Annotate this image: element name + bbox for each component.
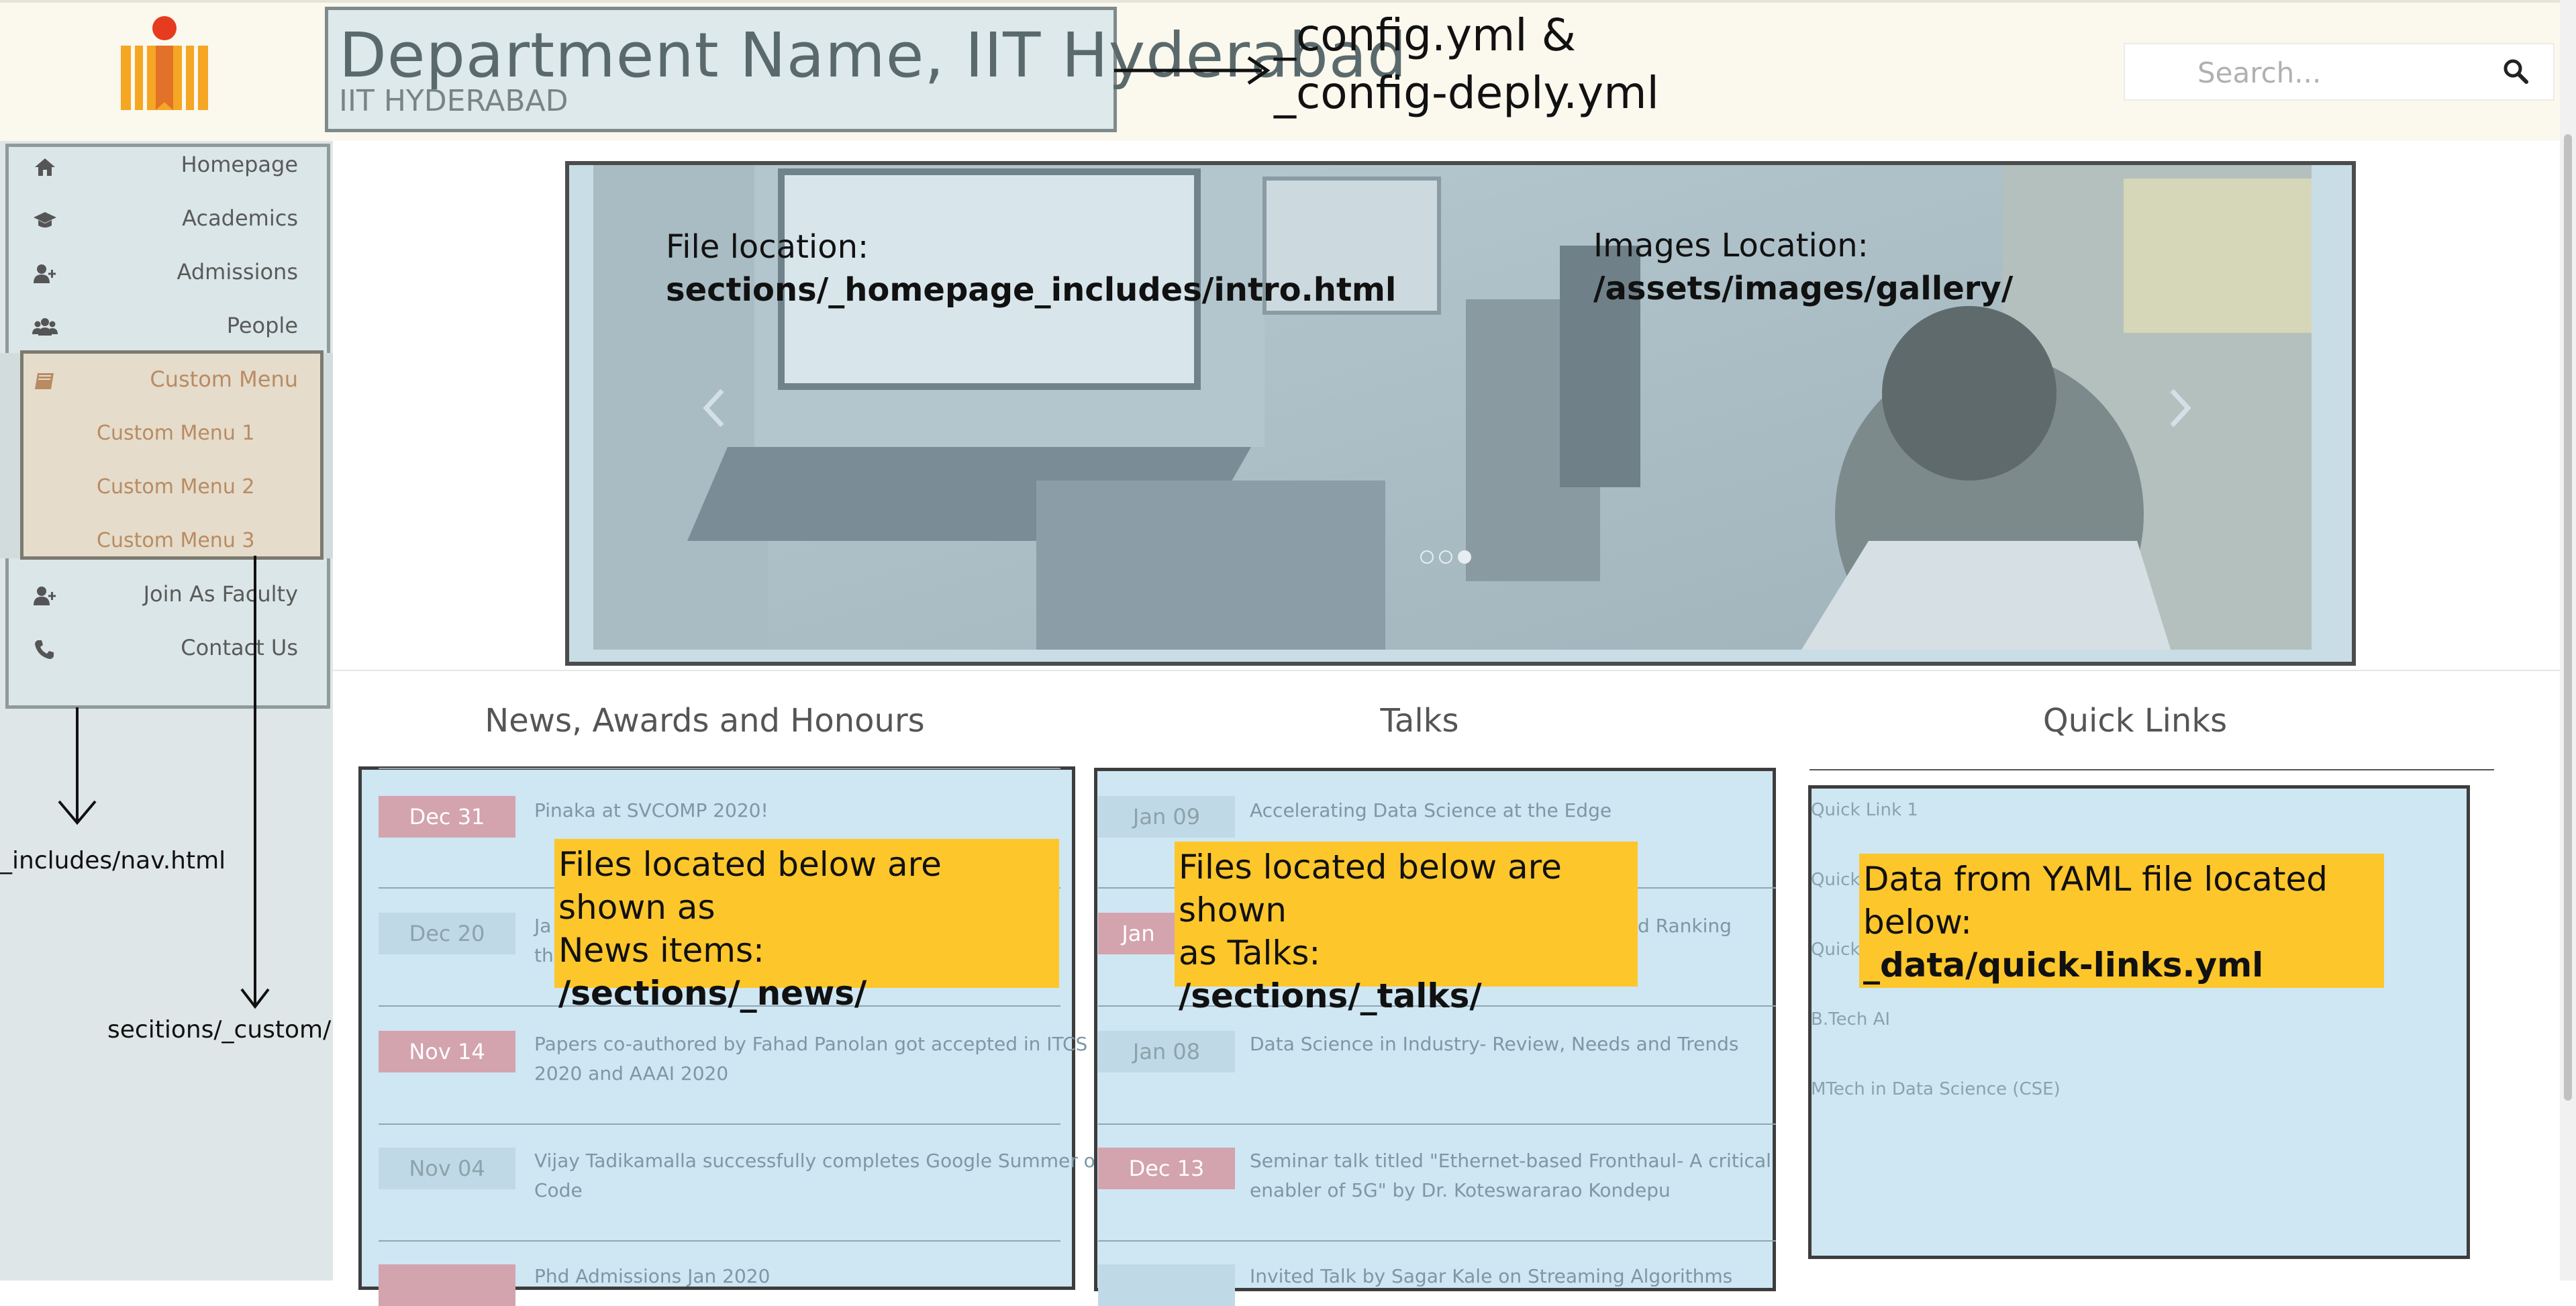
graduation-cap-icon <box>34 212 56 228</box>
news-item-link[interactable]: Pinaka at SVCOMP 2020! <box>534 796 1071 825</box>
news-date-badge: Dec 31 <box>379 796 515 838</box>
talk-item-link[interactable]: Accelerating Data Science at the Edge <box>1250 796 1612 825</box>
talk-separator <box>1098 1123 1776 1125</box>
quick-link[interactable]: MTech in Data Science (CSE) <box>1811 1079 2061 1099</box>
news-date-badge: Nov 04 <box>379 1148 515 1189</box>
news-separator <box>379 1240 1060 1242</box>
nav-label: Custom Menu <box>150 366 298 392</box>
talk-item-link-line2[interactable]: enabler of 5G" by Dr. Koteswararao Konde… <box>1250 1176 1671 1205</box>
site-title-box: Department Name, IIT Hyderabad IIT HYDER… <box>325 7 1407 132</box>
carousel: File location: sections/_homepage_includ… <box>565 161 2356 666</box>
note-line: as Talks: <box>1179 934 1321 972</box>
news-separator <box>379 1123 1060 1125</box>
site-subtitle: IIT HYDERABAD <box>339 84 568 118</box>
talk-item-link[interactable]: d Ranking <box>1638 911 1732 941</box>
note-line: Files located below are shown as <box>558 845 942 927</box>
carousel-dot[interactable] <box>1420 550 1434 564</box>
nav-label: Admissions <box>177 259 298 285</box>
file-location-label: File location: <box>666 228 869 266</box>
news-date-badge <box>379 1264 515 1306</box>
search-placeholder: Search... <box>2197 56 2322 89</box>
nav-file-annotation: _includes/nav.html <box>0 847 226 874</box>
config-arrow <box>1114 56 1271 85</box>
quick-link[interactable]: B.Tech AI <box>1811 1009 1890 1029</box>
quick-link[interactable]: Quick <box>1811 870 1861 890</box>
chevron-right-icon[interactable] <box>2167 387 2193 430</box>
news-item-link[interactable]: Phd Admissions Jan 2020 <box>534 1262 770 1291</box>
book-icon <box>35 373 54 389</box>
news-item-link-line2[interactable]: Code <box>534 1176 583 1205</box>
news-item-link-line2[interactable]: 2020 and AAAI 2020 <box>534 1059 728 1089</box>
nav-item-join-as-faculty[interactable]: Join As Faculty <box>9 569 326 623</box>
talk-item-link[interactable]: Invited Talk by Sagar Kale on Streaming … <box>1250 1262 1732 1291</box>
quicklinks-separator <box>1810 769 2494 770</box>
talk-date-badge: Jan <box>1098 913 1179 954</box>
phone-icon <box>35 640 54 659</box>
nav-label: People <box>226 313 298 338</box>
note-line: Data from YAML file located below: <box>1863 860 2328 942</box>
nav-label: Academics <box>182 205 298 231</box>
news-item-link[interactable]: Vijay Tadikamalla successfully completes… <box>534 1146 1102 1176</box>
search-icon[interactable] <box>2502 58 2529 85</box>
nav-item-contact-us[interactable]: Contact Us <box>9 623 326 676</box>
quicklinks-annotation-note: Data from YAML file located below: _data… <box>1859 854 2384 988</box>
section-divider <box>333 670 2560 671</box>
nav-item-homepage[interactable]: Homepage <box>9 140 326 193</box>
news-separator <box>379 768 1060 769</box>
user-plus-icon <box>34 264 56 283</box>
nav-item-admissions[interactable]: Admissions <box>9 247 326 301</box>
custom-annotation-arrow <box>240 556 270 1009</box>
carousel-dot-active[interactable] <box>1458 550 1471 564</box>
nav-item-people[interactable]: People <box>9 301 326 354</box>
talk-date-badge: Dec 13 <box>1098 1148 1235 1189</box>
talk-item-link[interactable]: Seminar talk titled "Ethernet-based Fron… <box>1250 1146 1771 1176</box>
talks-heading: Talks <box>1380 702 1459 740</box>
config-annotation: _config.yml & _config-deply.yml <box>1274 7 1659 122</box>
custom-folder-annotation: secitions/_custom/ <box>107 1016 332 1044</box>
config-note-line2: _config-deply.yml <box>1274 67 1659 119</box>
talk-separator <box>1098 1240 1776 1242</box>
quick-link[interactable]: Quick Link 1 <box>1811 800 1918 820</box>
news-annotation-note: Files located below are shown as News it… <box>554 839 1059 1013</box>
custom-menu-3[interactable]: Custom Menu 3 <box>97 529 254 552</box>
nav-item-custom-menu[interactable]: Custom Menu <box>9 354 326 408</box>
note-line: News items: <box>558 931 764 970</box>
user-plus-icon <box>34 587 56 605</box>
custom-menu-2[interactable]: Custom Menu 2 <box>97 475 254 499</box>
news-heading: News, Awards and Honours <box>485 702 925 740</box>
note-path: _data/quick-links.yml <box>1863 946 2264 985</box>
news-date-badge: Dec 20 <box>379 913 515 954</box>
nav-item-academics[interactable]: Academics <box>9 193 326 247</box>
carousel-dot[interactable] <box>1439 550 1452 564</box>
quicklinks-heading: Quick Links <box>2042 702 2228 740</box>
note-path: /sections/_talks/ <box>1179 976 1482 1015</box>
custom-menu-1[interactable]: Custom Menu 1 <box>97 421 254 445</box>
home-icon <box>35 158 55 176</box>
talk-item-link[interactable]: Data Science in Industry- Review, Needs … <box>1250 1029 1738 1059</box>
talk-date-badge: Jan 08 <box>1098 1031 1235 1072</box>
talk-date-badge: Jan 09 <box>1098 796 1235 838</box>
note-path: /sections/_news/ <box>558 974 867 1013</box>
file-location-path: sections/_homepage_includes/intro.html <box>666 271 1397 309</box>
nav-label: Homepage <box>181 152 298 177</box>
images-location-label: Images Location: <box>1593 227 1869 264</box>
nav-annotation-arrow <box>58 707 97 825</box>
users-icon <box>32 318 58 336</box>
news-date-badge: Nov 14 <box>379 1031 515 1072</box>
config-note-line1: _config.yml & <box>1274 9 1577 61</box>
note-line: Files located below are shown <box>1179 848 1562 930</box>
images-location-path: /assets/images/gallery/ <box>1593 270 2014 307</box>
news-item-link[interactable]: Ja <box>534 911 551 941</box>
news-item-link-line2[interactable]: th <box>534 941 554 970</box>
carousel-indicators[interactable] <box>1420 550 1474 566</box>
chevron-left-icon[interactable] <box>701 387 728 430</box>
search-input[interactable]: Search... <box>2124 43 2555 101</box>
talk-date-badge <box>1098 1264 1235 1306</box>
talks-annotation-note: Files located below are shown as Talks: … <box>1175 842 1638 1015</box>
quick-link[interactable]: Quick <box>1811 940 1861 960</box>
scrollbar-thumb[interactable] <box>2564 134 2572 1101</box>
iit-logo[interactable] <box>114 12 215 113</box>
news-item-link[interactable]: Papers co-authored by Fahad Panolan got … <box>534 1029 1087 1059</box>
